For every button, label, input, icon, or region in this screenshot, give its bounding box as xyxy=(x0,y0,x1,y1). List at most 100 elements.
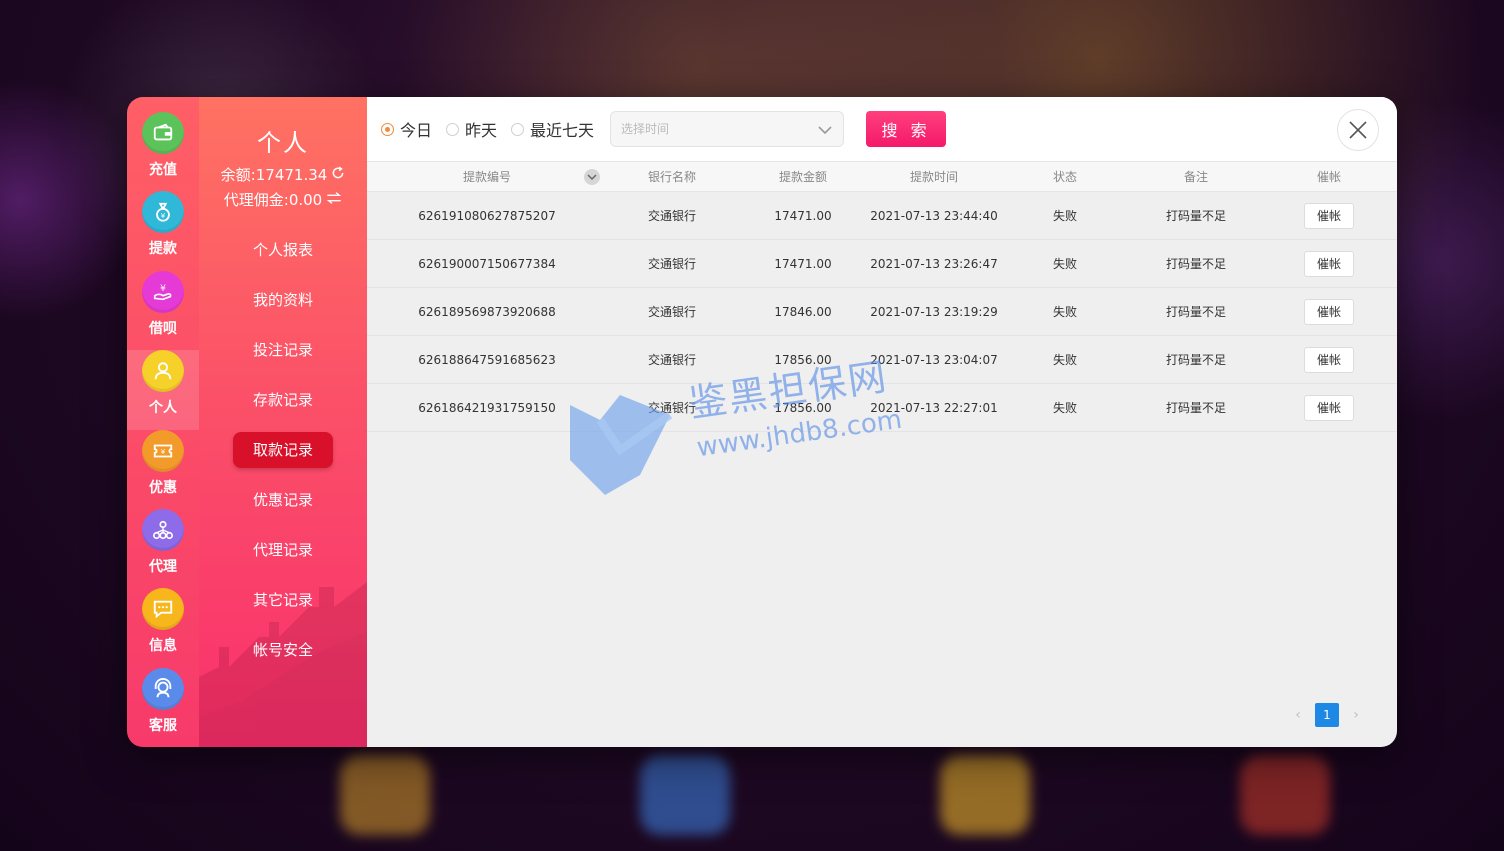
rail-label: 代理 xyxy=(149,558,177,575)
radio-label: 今日 xyxy=(400,121,433,140)
submenu-item-deposits[interactable]: 存款记录 xyxy=(233,382,333,418)
cell-bank: 交通银行 xyxy=(647,353,696,367)
rail-label: 优惠 xyxy=(149,479,177,496)
cell-amount: 17846.00 xyxy=(774,304,832,319)
column-header-time: 提款时间 xyxy=(909,170,958,184)
cell-action: 催帐 xyxy=(1261,240,1397,288)
rail-item-promo[interactable]: ¥ 优惠 xyxy=(127,429,199,509)
wallet-icon xyxy=(142,112,184,154)
chevron-left-icon[interactable]: ‹ xyxy=(1291,707,1305,723)
page-number-current[interactable]: 1 xyxy=(1315,703,1339,727)
svg-text:¥: ¥ xyxy=(160,283,166,294)
rail-item-loan[interactable]: ¥ 借呗 xyxy=(127,270,199,350)
cell-status: 失败 xyxy=(1052,257,1077,271)
cell-note: 打码量不足 xyxy=(1165,401,1226,415)
date-input[interactable] xyxy=(621,122,802,136)
cell-bank: 交通银行 xyxy=(647,257,696,271)
column-header-note: 备注 xyxy=(1183,170,1208,184)
chevron-down-icon[interactable] xyxy=(817,120,833,139)
submenu-item-security[interactable]: 帐号安全 xyxy=(233,632,333,668)
date-picker[interactable] xyxy=(610,111,845,147)
cell-id: 626189569873920688 xyxy=(418,304,556,319)
radio-last-seven-days[interactable]: 最近七天 xyxy=(511,117,594,141)
commission-display: 代理佣金:0.00 xyxy=(224,189,342,210)
radio-label: 最近七天 xyxy=(530,121,595,140)
cell-id: 626190007150677384 xyxy=(418,256,556,271)
rail-item-support[interactable]: 客服 xyxy=(127,667,199,747)
cell-bank: 交通银行 xyxy=(647,401,696,415)
cell-note: 打码量不足 xyxy=(1165,305,1226,319)
cell-time: 2021-07-13 23:19:29 xyxy=(870,304,998,319)
cell-action: 催帐 xyxy=(1261,288,1397,336)
refresh-icon[interactable] xyxy=(331,166,345,184)
submenu-item-agent[interactable]: 代理记录 xyxy=(233,532,333,568)
chevron-right-icon[interactable]: › xyxy=(1349,707,1363,723)
search-button[interactable]: 搜 索 xyxy=(866,111,947,147)
rail-item-agent[interactable]: 代理 xyxy=(127,508,199,588)
cell-action: 催帐 xyxy=(1261,384,1397,432)
cell-time: 2021-07-13 23:04:07 xyxy=(870,352,998,367)
radio-yesterday[interactable]: 昨天 xyxy=(446,117,497,141)
page-title: 个人 xyxy=(257,129,309,157)
submenu-item-profile[interactable]: 我的资料 xyxy=(233,282,333,318)
cell-time: 2021-07-13 22:27:01 xyxy=(870,400,998,415)
cell-id: 626191080627875207 xyxy=(418,208,556,223)
table-row: 626188647591685623 交通银行 17856.00 2021-07… xyxy=(367,336,1397,384)
column-header-amount: 提款金额 xyxy=(778,170,827,184)
submenu-item-report[interactable]: 个人报表 xyxy=(233,232,333,268)
remind-button[interactable]: 催帐 xyxy=(1304,250,1354,277)
cell-note: 打码量不足 xyxy=(1165,257,1226,271)
cell-amount: 17471.00 xyxy=(774,208,832,223)
cell-time: 2021-07-13 23:44:40 xyxy=(870,208,998,223)
cell-bank: 交通银行 xyxy=(647,209,696,223)
cell-status: 失败 xyxy=(1052,353,1077,367)
table-row: 626186421931759150 交通银行 17856.00 2021-07… xyxy=(367,384,1397,432)
message-icon xyxy=(142,588,184,631)
balance-display: 余额:17471.34 xyxy=(221,164,346,185)
user-icon xyxy=(142,350,184,393)
rail-item-deposit[interactable]: 充值 xyxy=(127,112,199,191)
remind-button[interactable]: 催帐 xyxy=(1304,394,1354,421)
table-header-row: 提款编号 银行名称 提款金额 提款时间 状态 备注 催帐 xyxy=(367,161,1397,192)
network-icon xyxy=(142,508,184,551)
rail-label: 个人 xyxy=(149,400,177,417)
remind-button[interactable]: 催帐 xyxy=(1304,298,1354,325)
pagination: ‹ 1 › xyxy=(1291,703,1363,727)
svg-text:¥: ¥ xyxy=(161,211,166,220)
column-header-id: 提款编号 xyxy=(367,162,607,192)
cell-status: 失败 xyxy=(1052,209,1077,223)
close-icon xyxy=(1349,121,1367,139)
rail-item-personal[interactable]: 个人 xyxy=(127,350,199,430)
submenu-item-promos[interactable]: 优惠记录 xyxy=(233,482,333,518)
radio-dot xyxy=(446,122,460,136)
balance-text: 余额:17471.34 xyxy=(220,166,328,184)
radio-dot xyxy=(511,122,525,136)
submenu-item-other[interactable]: 其它记录 xyxy=(233,582,333,618)
remind-button[interactable]: 催帐 xyxy=(1304,202,1354,229)
money-bag-icon: ¥ xyxy=(142,191,184,234)
column-header-bank: 银行名称 xyxy=(647,170,696,184)
submenu-item-withdrawals[interactable]: 取款记录 xyxy=(233,432,333,468)
transfer-icon[interactable] xyxy=(326,191,342,209)
hand-coin-icon: ¥ xyxy=(142,270,184,313)
table-row: 626190007150677384 交通银行 17471.00 2021-07… xyxy=(367,240,1397,288)
date-range-radios: 今日 昨天 最近七天 xyxy=(381,117,608,141)
close-button[interactable] xyxy=(1337,109,1379,151)
rail-label: 充值 xyxy=(149,162,177,178)
rail-label: 提款 xyxy=(149,241,177,258)
cell-status: 失败 xyxy=(1052,401,1077,415)
submenu-list: 个人报表 我的资料 投注记录 存款记录 取款记录 优惠记录 代理记录 其它记录 … xyxy=(233,232,333,682)
chevron-down-icon[interactable] xyxy=(584,169,600,185)
column-header-status: 状态 xyxy=(1052,170,1077,184)
remind-button[interactable]: 催帐 xyxy=(1304,346,1354,373)
rail-item-withdraw[interactable]: ¥ 提款 xyxy=(127,191,199,270)
rail-item-message[interactable]: 信息 xyxy=(127,588,199,667)
radio-today[interactable]: 今日 xyxy=(381,117,432,141)
table-row: 626191080627875207 交通银行 17471.00 2021-07… xyxy=(367,192,1397,240)
filter-bar: 今日 昨天 最近七天 搜 索 xyxy=(367,97,1397,161)
column-header-remind: 催帐 xyxy=(1316,170,1341,184)
cell-id: 626188647591685623 xyxy=(418,352,556,367)
rail-label: 信息 xyxy=(149,638,177,655)
submenu-item-bets[interactable]: 投注记录 xyxy=(233,332,333,368)
main-content: 今日 昨天 最近七天 搜 索 xyxy=(367,97,1397,747)
